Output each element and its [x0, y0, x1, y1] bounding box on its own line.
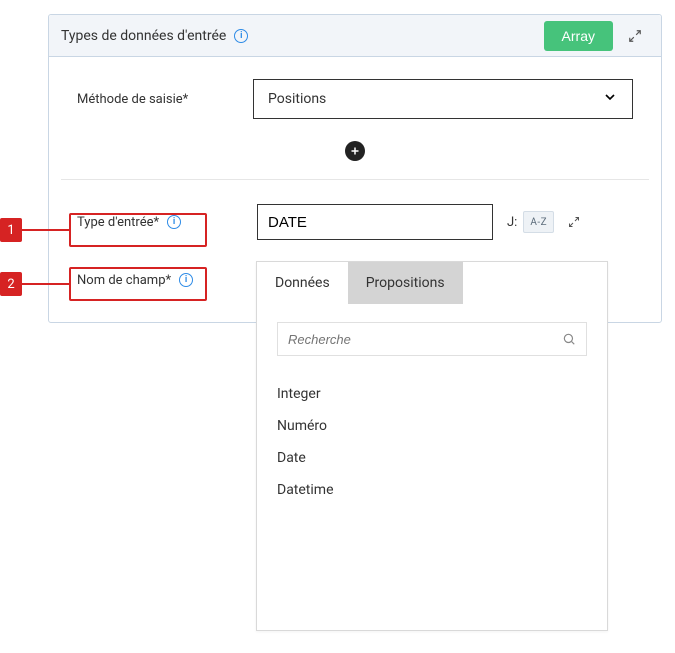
popover-tabs: Données Propositions [257, 262, 607, 304]
option-date[interactable]: Date [277, 442, 587, 474]
type-input[interactable] [257, 204, 493, 240]
callout-box-1 [69, 213, 207, 247]
add-button[interactable] [345, 141, 365, 161]
callout-line [22, 283, 69, 285]
sort-az-button[interactable]: A-Z [523, 211, 554, 233]
search-input[interactable] [288, 332, 562, 347]
add-row [49, 119, 661, 179]
panel-title: Types de données d'entrée [61, 28, 226, 44]
option-datetime[interactable]: Datetime [277, 474, 587, 506]
option-integer[interactable]: Integer [277, 378, 587, 410]
array-button[interactable]: Array [544, 21, 613, 51]
callout-badge-1: 1 [0, 218, 22, 242]
expand-icon[interactable] [621, 22, 649, 50]
tab-data[interactable]: Données [257, 262, 348, 304]
chevron-down-icon [602, 89, 618, 109]
callout-box-2 [69, 267, 207, 301]
suggestions-popover: Données Propositions Integer Numéro Date… [256, 261, 608, 631]
callout-badge-2: 2 [0, 272, 22, 296]
callout-2: 2 [0, 267, 207, 301]
method-row: Méthode de saisie* Positions [49, 57, 661, 119]
method-select[interactable]: Positions [253, 79, 633, 119]
callout-1: 1 [0, 213, 207, 247]
panel-header: Types de données d'entrée i Array [49, 15, 661, 57]
search-box [277, 322, 587, 356]
options-list: Integer Numéro Date Datetime [257, 366, 607, 518]
callout-line [22, 229, 69, 231]
method-label: Méthode de saisie* [77, 92, 253, 107]
j-label: J: [507, 215, 517, 230]
method-select-value: Positions [268, 91, 326, 107]
expand-icon[interactable] [560, 208, 588, 236]
method-label-text: Méthode de saisie* [77, 92, 188, 107]
option-numero[interactable]: Numéro [277, 410, 587, 442]
search-icon[interactable] [562, 332, 576, 346]
info-icon[interactable]: i [234, 29, 248, 43]
tab-suggestions[interactable]: Propositions [348, 262, 463, 304]
